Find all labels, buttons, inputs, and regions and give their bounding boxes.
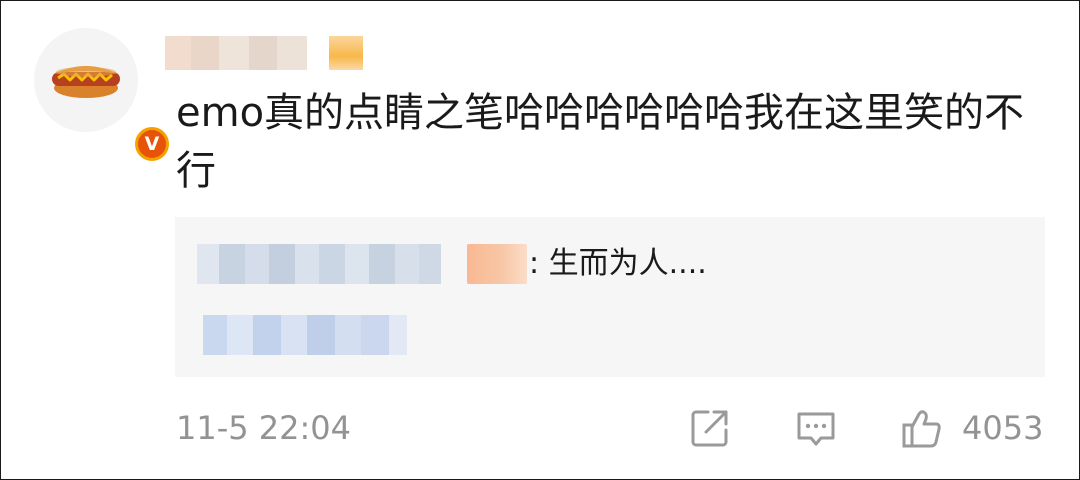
view-all-replies-link[interactable] [203, 315, 425, 355]
comment-text: emo真的点睛之笔哈哈哈哈哈哈我在这里笑的不行 [176, 90, 1025, 194]
reply-preview[interactable]: : 生而为人.... [175, 217, 1045, 377]
reply-user-tag-blurred [467, 244, 527, 284]
reply-text: : 生而为人.... [529, 246, 707, 281]
share-icon[interactable] [688, 406, 732, 450]
verified-badge-icon: V [132, 124, 172, 164]
comment-icon[interactable] [794, 406, 838, 450]
comment-timestamp: 11-5 22:04 [176, 409, 352, 447]
like-count: 4053 [962, 409, 1044, 447]
hotdog-icon [52, 66, 120, 98]
user-avatar[interactable]: V [34, 28, 172, 164]
username-blurred[interactable] [165, 36, 375, 70]
thumbs-up-icon[interactable] [900, 406, 944, 450]
